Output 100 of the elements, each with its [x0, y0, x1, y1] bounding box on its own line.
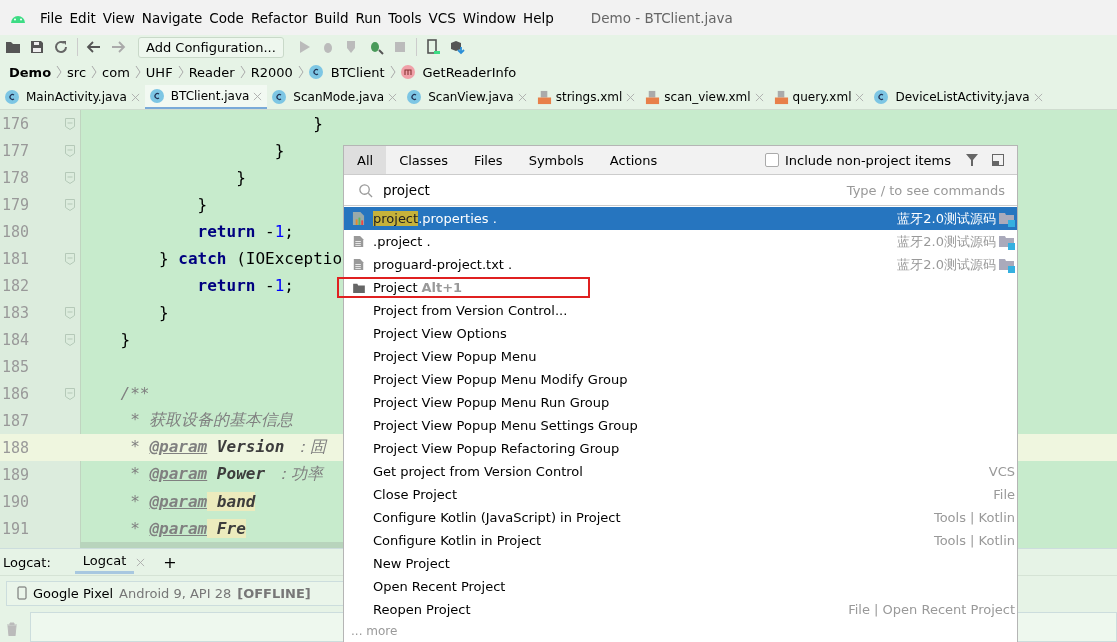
menu-item[interactable]: Navigate [141, 9, 203, 26]
result-item[interactable]: Configure Kotlin (JavaScript) in Project Tools | Kotlin [344, 506, 1017, 529]
editor-tab[interactable]: DeviceListActivity.java [869, 85, 1048, 109]
close-icon[interactable] [1033, 92, 1043, 102]
xml-file-icon [773, 89, 789, 105]
line-number: 180 [1, 221, 31, 243]
result-item[interactable]: Project from Version Control... [344, 299, 1017, 322]
breadcrumb[interactable]: Demo [9, 64, 52, 80]
breadcrumb[interactable]: UHF [145, 64, 173, 80]
search-field[interactable]: project [383, 182, 683, 198]
fold-icon[interactable] [65, 117, 75, 130]
include-checkbox[interactable]: Include non-project items [765, 152, 951, 168]
fold-icon[interactable] [65, 198, 75, 211]
close-icon[interactable] [253, 91, 263, 101]
line-number: 184 [1, 329, 31, 351]
editor-tab[interactable]: scan_view.xml [640, 85, 769, 109]
result-item[interactable]: Project View Popup Menu Settings Group [344, 414, 1017, 437]
line-number: 187 [1, 410, 31, 432]
window-icon[interactable] [991, 153, 1005, 167]
line-number: 176 [1, 113, 31, 135]
module-folder-icon [999, 233, 1015, 250]
result-item[interactable]: Get project from Version Control VCS [344, 460, 1017, 483]
class-icon [308, 65, 323, 79]
code-line: * @param band [129, 492, 256, 511]
device-icon[interactable] [424, 39, 441, 55]
fold-icon[interactable] [65, 144, 75, 157]
menu-item[interactable]: Build [314, 9, 349, 26]
breadcrumb[interactable]: com [102, 64, 130, 80]
close-icon[interactable] [754, 92, 764, 102]
chevron-icon [297, 65, 304, 79]
fold-icon[interactable] [65, 387, 75, 400]
scope-tab[interactable]: Classes [386, 146, 462, 174]
result-item[interactable]: proguard-project.txt . 蓝牙2.0测试源码 [344, 253, 1017, 276]
fold-icon[interactable] [65, 171, 75, 184]
save-icon[interactable] [29, 39, 45, 55]
breadcrumb[interactable]: Reader [188, 64, 235, 80]
fold-icon[interactable] [65, 306, 75, 319]
line-number: 190 [1, 491, 31, 513]
scope-tab[interactable]: All [344, 146, 387, 174]
back-arrow-icon[interactable] [86, 39, 102, 55]
fold-icon[interactable] [65, 333, 75, 346]
breadcrumb[interactable]: BTClient [330, 64, 385, 80]
result-item[interactable]: Close Project File [344, 483, 1017, 506]
editor-tab[interactable]: query.xml [768, 85, 870, 109]
result-item[interactable]: Project View Popup Menu Run Group [344, 391, 1017, 414]
menu-item[interactable]: Edit [69, 9, 96, 26]
panel-label: Logcat: [3, 554, 51, 570]
menu-item[interactable]: Tools [388, 9, 422, 26]
menu-item[interactable]: View [102, 9, 135, 26]
result-item[interactable]: Project View Popup Menu [344, 345, 1017, 368]
result-item[interactable]: Project View Popup Menu Modify Group [344, 368, 1017, 391]
line-number: 185 [1, 356, 31, 378]
chart-file-icon [352, 211, 365, 226]
trash-icon[interactable] [6, 622, 18, 636]
chevron-icon [389, 65, 396, 79]
text-file-icon [353, 257, 364, 272]
class-icon [149, 89, 164, 103]
menu-item[interactable]: Window [462, 9, 517, 26]
result-item[interactable]: Configure Kotlin in Project Tools | Kotlin [344, 529, 1017, 552]
result-item[interactable]: project.properties . 蓝牙2.0测试源码 [344, 207, 1017, 230]
scope-tab[interactable]: Files [461, 146, 516, 174]
add-configuration-button[interactable]: Add Configuration... [138, 36, 284, 58]
line-number: 183 [1, 302, 31, 324]
menu-item[interactable]: File [40, 9, 63, 26]
result-item[interactable]: Project View Popup Refactoring Group [344, 437, 1017, 460]
result-item[interactable]: New Project [344, 552, 1017, 575]
close-icon[interactable] [130, 92, 140, 102]
editor-tab[interactable]: ScanView.java [402, 85, 532, 109]
close-icon[interactable] [136, 557, 146, 567]
scope-tab[interactable]: Actions [596, 146, 671, 174]
scope-tab[interactable]: Symbols [515, 146, 597, 174]
menu-item[interactable]: Help [523, 9, 554, 26]
result-item[interactable]: .project . 蓝牙2.0测试源码 [344, 230, 1017, 253]
editor-tab[interactable]: ScanMode.java [267, 85, 403, 109]
chevron-icon [134, 65, 141, 79]
editor-tab[interactable]: BTClient.java [144, 85, 268, 109]
close-icon[interactable] [388, 92, 398, 102]
sync-icon[interactable] [53, 39, 69, 55]
editor-tab[interactable]: MainActivity.java [0, 85, 145, 109]
folder-icon[interactable] [5, 39, 21, 55]
menu-item[interactable]: VCS [428, 9, 456, 26]
close-icon[interactable] [626, 92, 636, 102]
package-icon[interactable] [448, 39, 465, 55]
editor-tab[interactable]: strings.xml [531, 85, 641, 109]
menu-item[interactable]: Refactor [250, 9, 308, 26]
result-item[interactable]: Project View Options [344, 322, 1017, 345]
close-icon[interactable] [855, 92, 865, 102]
close-icon[interactable] [517, 92, 527, 102]
add-tab-button[interactable]: + [163, 552, 177, 572]
result-item[interactable]: Project Alt+1 [336, 276, 591, 299]
forward-arrow-icon[interactable] [110, 39, 126, 55]
filter-icon[interactable] [965, 153, 979, 167]
menu-item[interactable]: Run [355, 9, 382, 26]
fold-icon[interactable] [65, 252, 75, 265]
breadcrumb[interactable]: R2000 [250, 64, 293, 80]
line-number: 179 [1, 194, 31, 216]
breadcrumb[interactable]: GetReaderInfo [422, 64, 517, 80]
breadcrumb[interactable]: src [67, 64, 87, 80]
xml-file-icon [645, 89, 661, 105]
menu-item[interactable]: Code [209, 9, 244, 26]
